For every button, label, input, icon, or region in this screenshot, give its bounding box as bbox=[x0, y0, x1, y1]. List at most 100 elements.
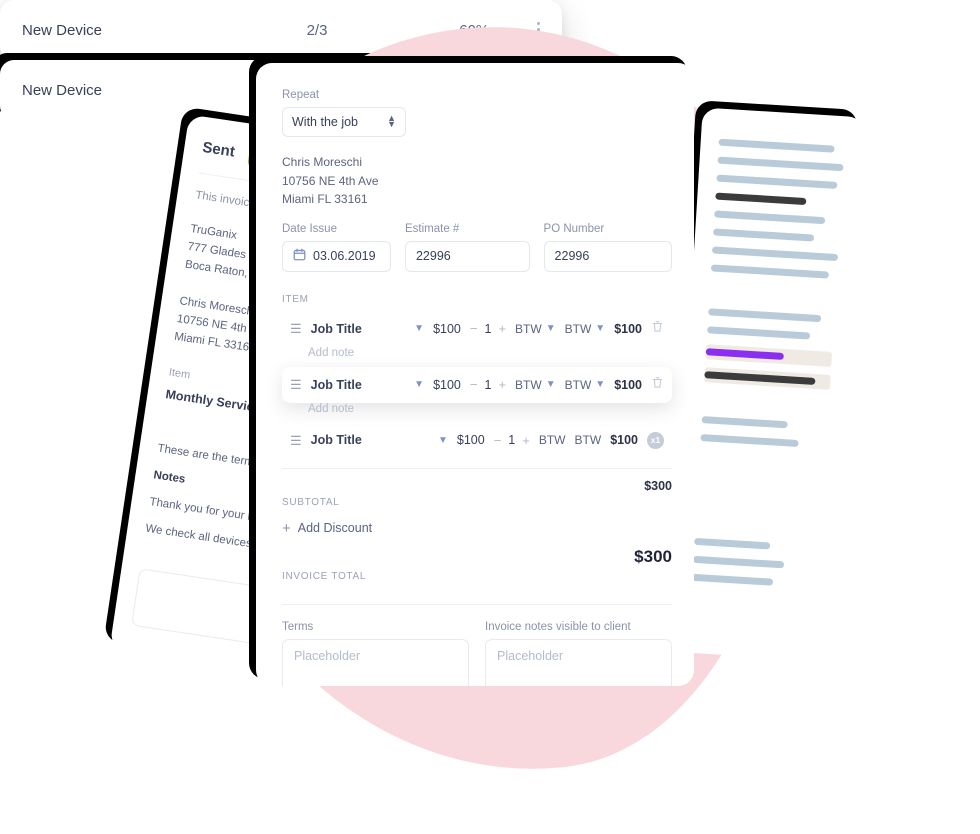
client-address-block: Chris Moreschi 10756 NE 4th Ave Miami FL… bbox=[282, 153, 672, 209]
po-number-label: PO Number bbox=[543, 222, 605, 235]
skeleton-bar-dark bbox=[704, 371, 816, 385]
line-item-row[interactable]: ☰ Job Title ▼ $100 − 1 + BTW ▼ BTW ▼ $10… bbox=[282, 366, 672, 403]
skeleton-bar bbox=[707, 326, 811, 340]
chevron-down-icon[interactable]: ▼ bbox=[414, 379, 424, 390]
chevron-down-icon: ▼ bbox=[595, 379, 606, 391]
tax-select-2[interactable]: BTW bbox=[575, 433, 602, 447]
line-item-total: $100 bbox=[614, 377, 642, 392]
skeleton-bar bbox=[717, 156, 844, 172]
quantity-value: 1 bbox=[484, 321, 492, 336]
items-column-header: ITEM bbox=[282, 293, 309, 305]
repeat-field-group: Repeat With the job ▲ ▼ bbox=[282, 89, 672, 137]
chevron-down-icon[interactable]: ▼ bbox=[438, 435, 448, 446]
repeat-value: With the job bbox=[292, 115, 359, 129]
notification-title: New Device bbox=[22, 21, 103, 39]
quantity-value: 1 bbox=[484, 377, 492, 392]
terms-textarea[interactable]: Placeholder bbox=[282, 638, 469, 686]
tax-label-1: BTW bbox=[515, 377, 542, 392]
quantity-stepper[interactable]: − 1 + bbox=[494, 433, 530, 448]
increment-button[interactable]: + bbox=[498, 377, 506, 392]
client-city: Miami FL 33161 bbox=[282, 192, 368, 207]
invoice-total-value: $300 bbox=[634, 546, 672, 566]
increment-button[interactable]: + bbox=[522, 433, 530, 448]
date-issue-label: Date Issue bbox=[282, 222, 337, 235]
drag-handle-icon[interactable]: ☰ bbox=[290, 378, 302, 391]
plus-icon: + bbox=[282, 519, 291, 537]
po-number-field-group: PO Number 22996 bbox=[543, 222, 672, 272]
skeleton-highlight-band bbox=[704, 367, 831, 390]
line-item-price: $100 bbox=[433, 377, 461, 392]
drag-handle-icon[interactable]: ☰ bbox=[290, 322, 302, 335]
notification-title: New Device bbox=[22, 81, 103, 99]
skeleton-bar bbox=[692, 555, 784, 569]
tax-select-2[interactable]: BTW ▼ bbox=[565, 378, 606, 392]
estimate-field-group: Estimate # 22996 bbox=[404, 223, 530, 272]
line-item-row[interactable]: ☰ Job Title ▼ $100 − 1 + BTW ▼ BTW ▼ $10… bbox=[282, 311, 672, 347]
tax-label-2: BTW bbox=[564, 377, 592, 392]
line-item-title: Job Title bbox=[310, 321, 362, 336]
date-issue-value: 03.06.2019 bbox=[313, 249, 376, 264]
line-item-price: $100 bbox=[433, 321, 461, 336]
subtotal-label: SUBTOTAL bbox=[282, 496, 340, 508]
line-item-row[interactable]: ☰ Job Title ▼ $100 − 1 + BTW BTW $100 x1 bbox=[282, 423, 672, 458]
quantity-badge: x1 bbox=[647, 431, 664, 449]
estimate-value: 22996 bbox=[415, 249, 451, 264]
tax-label-1: BTW bbox=[538, 433, 566, 448]
quantity-stepper[interactable]: − 1 + bbox=[470, 377, 506, 392]
chevron-down-icon: ▼ bbox=[595, 323, 606, 335]
skeleton-bar bbox=[691, 573, 773, 586]
drag-handle-icon[interactable]: ☰ bbox=[290, 434, 302, 447]
po-number-value: 22996 bbox=[554, 249, 590, 264]
delete-icon[interactable] bbox=[651, 376, 664, 394]
notification-count: 2/3 bbox=[306, 21, 328, 39]
terms-label: Terms bbox=[282, 620, 314, 633]
increment-button[interactable]: + bbox=[498, 321, 506, 336]
line-item-wrapper: ☰ Job Title ▼ $100 − 1 + BTW BTW $100 x1 bbox=[282, 423, 672, 458]
delete-icon[interactable] bbox=[651, 320, 664, 338]
skeleton-bar-dark bbox=[715, 192, 807, 206]
po-number-input[interactable]: 22996 bbox=[543, 240, 672, 272]
skeleton-bar bbox=[711, 246, 839, 262]
date-issue-field-group: Date Issue 03.06.2019 bbox=[282, 223, 391, 272]
tax-select-1[interactable]: BTW bbox=[539, 433, 566, 447]
decrement-button[interactable]: − bbox=[470, 321, 478, 336]
composition-stage: Sent Invoice This invoice repeats TruGan… bbox=[0, 0, 980, 834]
notes-textarea[interactable]: Placeholder bbox=[485, 638, 672, 686]
line-item-title: Job Title bbox=[310, 377, 362, 392]
chevron-down-icon: ▼ bbox=[545, 323, 556, 335]
repeat-select[interactable]: With the job ▲ ▼ bbox=[282, 107, 406, 137]
tax-select-1[interactable]: BTW ▼ bbox=[515, 378, 556, 392]
notes-label: Invoice notes visible to client bbox=[485, 620, 631, 633]
date-issue-input[interactable]: 03.06.2019 bbox=[282, 240, 391, 272]
decrement-button[interactable]: − bbox=[470, 377, 478, 392]
terms-field-group: Terms Placeholder Set default terms bbox=[282, 621, 469, 686]
line-item-note-placeholder[interactable]: Add note bbox=[282, 403, 672, 423]
repeat-label: Repeat bbox=[282, 89, 320, 101]
tax-select-2[interactable]: BTW ▼ bbox=[565, 322, 606, 336]
tax-label-1: BTW bbox=[515, 321, 542, 336]
add-discount-label: Add Discount bbox=[297, 521, 373, 536]
tax-label-2: BTW bbox=[564, 321, 592, 336]
terms-and-notes-section: Terms Placeholder Set default terms Invo… bbox=[282, 603, 672, 686]
calendar-icon bbox=[293, 248, 306, 264]
chevron-down-icon[interactable]: ▼ bbox=[414, 323, 424, 334]
skeleton-bar bbox=[713, 228, 815, 242]
line-item-total: $100 bbox=[610, 433, 638, 448]
decrement-button[interactable]: − bbox=[494, 433, 502, 448]
add-discount-button[interactable]: + Add Discount bbox=[282, 520, 672, 537]
line-item-wrapper: ☰ Job Title ▼ $100 − 1 + BTW ▼ BTW ▼ $10… bbox=[282, 311, 672, 367]
invoice-total-label: INVOICE TOTAL bbox=[282, 570, 367, 582]
line-item-note-placeholder[interactable]: Add note bbox=[282, 347, 672, 367]
notes-field-group: Invoice notes visible to client Placehol… bbox=[485, 621, 672, 686]
skeleton-bar bbox=[700, 434, 799, 448]
tax-select-1[interactable]: BTW ▼ bbox=[515, 322, 556, 336]
skeleton-bar-purple bbox=[705, 348, 785, 360]
skeleton-highlight-band bbox=[705, 344, 833, 367]
invoice-editor-card[interactable]: Repeat With the job ▲ ▼ Chris Moreschi 10… bbox=[256, 63, 694, 686]
line-item-title: Job Title bbox=[310, 433, 362, 448]
estimate-input[interactable]: 22996 bbox=[404, 240, 530, 272]
quantity-stepper[interactable]: − 1 + bbox=[470, 321, 506, 336]
line-item-total: $100 bbox=[614, 321, 642, 336]
right-skeleton-card[interactable] bbox=[669, 107, 865, 662]
line-item-wrapper: ☰ Job Title ▼ $100 − 1 + BTW ▼ BTW ▼ $10… bbox=[282, 366, 672, 423]
